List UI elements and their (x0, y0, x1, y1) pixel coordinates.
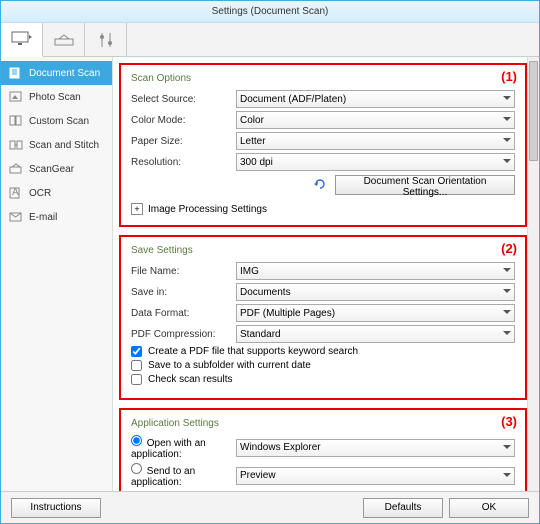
section-number-3: (3) (501, 414, 517, 429)
file-name-label: File Name: (131, 266, 236, 277)
sidebar-item-ocr[interactable]: A OCR (1, 181, 112, 205)
defaults-button[interactable]: Defaults (363, 498, 443, 518)
rotate-icon[interactable] (313, 177, 329, 193)
sidebar-item-document-scan[interactable]: Document Scan (1, 61, 112, 85)
tab-scan-from-panel[interactable] (43, 23, 85, 56)
application-settings-title: Application Settings (131, 418, 515, 429)
settings-window: Settings (Document Scan) Document Scan P… (0, 0, 540, 524)
ocr-icon: A (9, 187, 23, 199)
instructions-button[interactable]: Instructions (11, 498, 101, 518)
scan-options-section: (1) Scan Options Select Source: Document… (119, 63, 527, 227)
scan-options-title: Scan Options (131, 73, 515, 84)
sidebar-item-label: OCR (29, 188, 51, 199)
save-settings-section: (2) Save Settings File Name: IMG Save in… (119, 235, 527, 400)
application-settings-section: (3) Application Settings Open with an ap… (119, 408, 527, 491)
file-name-field[interactable]: IMG (236, 262, 515, 280)
sidebar-item-label: Document Scan (29, 68, 100, 79)
main-panel: (1) Scan Options Select Source: Document… (113, 57, 539, 491)
keyword-search-checkbox[interactable] (131, 346, 142, 357)
svg-text:A: A (12, 187, 19, 198)
custom-icon (9, 115, 23, 127)
pdf-compression-dropdown[interactable]: Standard (236, 325, 515, 343)
select-source-dropdown[interactable]: Document (ADF/Platen) (236, 90, 515, 108)
color-mode-label: Color Mode: (131, 115, 236, 126)
sidebar-item-scan-stitch[interactable]: Scan and Stitch (1, 133, 112, 157)
sidebar-item-label: Scan and Stitch (29, 140, 99, 151)
sidebar-item-label: ScanGear (29, 164, 74, 175)
check-scan-label: Check scan results (148, 374, 232, 385)
tab-scan-from-computer[interactable] (1, 23, 43, 57)
select-source-label: Select Source: (131, 94, 236, 105)
save-in-label: Save in: (131, 287, 236, 298)
sidebar-item-label: E-mail (29, 212, 57, 223)
document-icon (9, 67, 23, 79)
open-with-radio[interactable] (131, 435, 142, 446)
keyword-search-label: Create a PDF file that supports keyword … (148, 346, 358, 357)
expand-image-processing[interactable]: + (131, 203, 143, 215)
data-format-label: Data Format: (131, 308, 236, 319)
scangear-icon (9, 163, 23, 175)
titlebar: Settings (Document Scan) (1, 1, 539, 23)
stitch-icon (9, 139, 23, 151)
scanner-icon (53, 33, 75, 47)
send-to-app-radio[interactable] (131, 463, 142, 474)
vertical-scrollbar[interactable] (527, 57, 539, 491)
color-mode-dropdown[interactable]: Color (236, 111, 515, 129)
monitor-icon (11, 31, 33, 47)
footer: Instructions Defaults OK (1, 491, 539, 523)
sliders-icon (98, 31, 114, 49)
image-processing-label: Image Processing Settings (148, 204, 267, 215)
sidebar-item-custom-scan[interactable]: Custom Scan (1, 109, 112, 133)
sidebar-item-label: Custom Scan (29, 116, 89, 127)
email-icon (9, 211, 23, 223)
tab-general-settings[interactable] (85, 23, 127, 56)
sidebar-item-label: Photo Scan (29, 92, 81, 103)
paper-size-dropdown[interactable]: Letter (236, 132, 515, 150)
sidebar-item-email[interactable]: E-mail (1, 205, 112, 229)
orientation-settings-button[interactable]: Document Scan Orientation Settings... (335, 175, 515, 195)
window-title: Settings (Document Scan) (212, 6, 329, 17)
check-scan-checkbox[interactable] (131, 374, 142, 385)
resolution-dropdown[interactable]: 300 dpi (236, 153, 515, 171)
open-with-dropdown[interactable]: Windows Explorer (236, 439, 515, 457)
section-number-1: (1) (501, 69, 517, 84)
subfolder-checkbox[interactable] (131, 360, 142, 371)
sidebar: Document Scan Photo Scan Custom Scan Sca… (1, 57, 113, 491)
data-format-dropdown[interactable]: PDF (Multiple Pages) (236, 304, 515, 322)
pdf-compression-label: PDF Compression: (131, 329, 236, 340)
scroll-thumb[interactable] (529, 61, 538, 161)
section-number-2: (2) (501, 241, 517, 256)
send-to-app-dropdown[interactable]: Preview (236, 467, 515, 485)
sidebar-item-scangear[interactable]: ScanGear (1, 157, 112, 181)
ok-button[interactable]: OK (449, 498, 529, 518)
subfolder-label: Save to a subfolder with current date (148, 360, 311, 371)
save-settings-title: Save Settings (131, 245, 515, 256)
resolution-label: Resolution: (131, 157, 236, 168)
photo-icon (9, 91, 23, 103)
top-toolbar (1, 23, 539, 57)
paper-size-label: Paper Size: (131, 136, 236, 147)
save-in-dropdown[interactable]: Documents (236, 283, 515, 301)
open-with-label: Open with an application: (131, 438, 206, 460)
sidebar-item-photo-scan[interactable]: Photo Scan (1, 85, 112, 109)
